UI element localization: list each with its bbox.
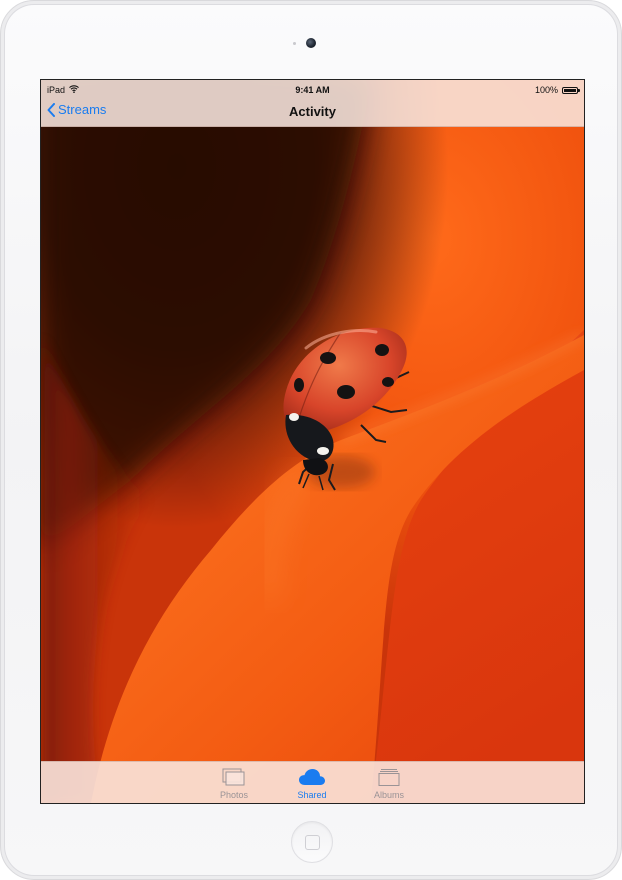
- status-bar: iPad 9:41 AM 100%: [41, 80, 584, 100]
- screen: iPad 9:41 AM 100% Streams Activity Photo…: [40, 79, 585, 804]
- status-time: 9:41 AM: [295, 85, 330, 95]
- navigation-bar: iPad 9:41 AM 100% Streams Activity: [41, 80, 584, 127]
- home-square-icon: [305, 835, 320, 850]
- tab-photos[interactable]: Photos: [204, 766, 264, 800]
- albums-icon: [378, 768, 400, 788]
- photos-icon: [222, 768, 246, 788]
- tab-label-shared: Shared: [297, 790, 327, 800]
- tab-albums[interactable]: Albums: [359, 766, 419, 800]
- ipad-device-frame: iPad 9:41 AM 100% Streams Activity Photo…: [0, 0, 622, 880]
- ladybug-photo[interactable]: [41, 80, 584, 803]
- front-camera: [306, 38, 316, 48]
- status-right: 100%: [534, 85, 580, 95]
- battery-percent: 100%: [534, 85, 558, 95]
- cloud-icon: [298, 768, 326, 788]
- tab-shared[interactable]: Shared: [282, 766, 342, 800]
- tab-bar: Photos Shared Albums: [41, 761, 584, 803]
- ambient-sensor: [293, 42, 296, 45]
- tab-label-albums: Albums: [373, 790, 404, 800]
- home-button[interactable]: [291, 821, 333, 863]
- tab-label-photos: Photos: [219, 790, 249, 800]
- battery-icon: [562, 86, 580, 94]
- page-title: Activity: [289, 104, 336, 119]
